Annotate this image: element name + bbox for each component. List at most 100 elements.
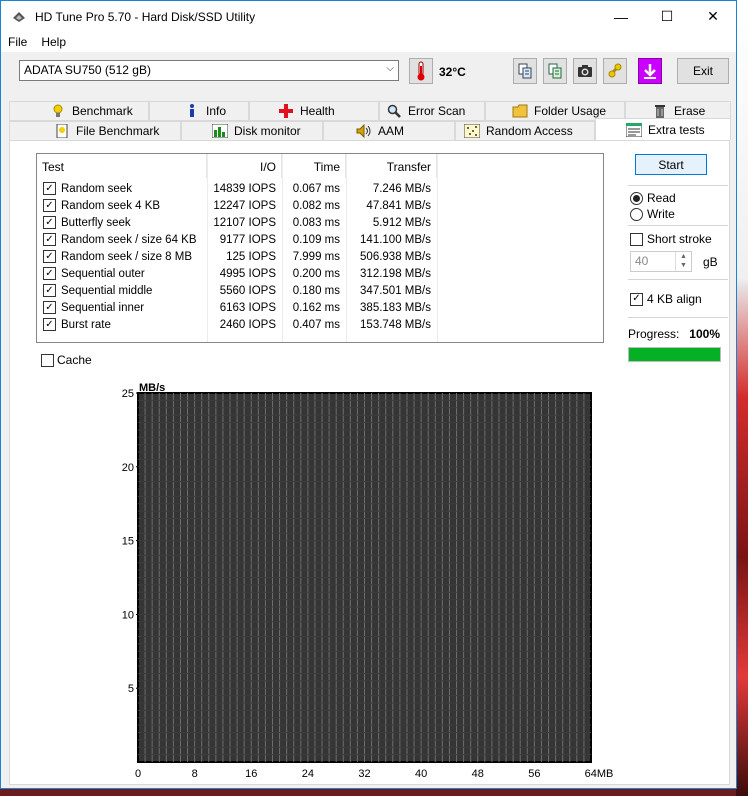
col-header-test[interactable]: Test (37, 154, 207, 178)
col-header-time[interactable]: Time (282, 154, 346, 178)
download-arrow-icon (644, 64, 656, 79)
row-checkbox[interactable]: ✓ (43, 250, 56, 263)
align-checkbox[interactable]: ✓ (630, 292, 643, 306)
progress-label: Progress: (628, 327, 680, 341)
exit-button[interactable]: Exit (677, 58, 729, 84)
row-checkbox[interactable]: ✓ (43, 233, 56, 246)
row-time: 0.407 ms (292, 318, 340, 331)
table-row[interactable]: ✓ Sequential outer 4995 IOPS 0.200 ms 312.19… (37, 265, 437, 282)
row-checkbox[interactable]: ✓ (43, 284, 56, 297)
short-stroke-label: Short stroke (647, 232, 712, 246)
info-icon (184, 103, 200, 119)
separator (628, 185, 728, 186)
table-row[interactable]: ✓ Sequential inner 6163 IOPS 0.162 ms 385.18… (37, 299, 437, 316)
row-io: 12107 IOPS (213, 216, 276, 229)
title-bar[interactable]: HD Tune Pro 5.70 - Hard Disk/SSD Utility… (1, 1, 736, 32)
row-test-name: Burst rate (61, 318, 111, 331)
maximize-icon: ☐ (660, 8, 674, 24)
row-transfer: 7.246 MB/s (372, 182, 431, 195)
read-radio[interactable] (630, 191, 643, 205)
y-axis-label: MB/s (139, 382, 165, 394)
tab-extra-tests[interactable]: Extra tests (595, 118, 731, 140)
row-checkbox[interactable]: ✓ (43, 199, 56, 212)
row-checkbox[interactable]: ✓ (43, 216, 56, 229)
row-io: 5560 IOPS (219, 284, 276, 297)
y-tick-label: 5 (128, 683, 134, 695)
options-button[interactable] (603, 58, 627, 84)
cache-checkbox[interactable] (41, 353, 54, 367)
row-time: 7.999 ms (292, 250, 340, 263)
write-radio[interactable] (630, 207, 643, 221)
write-option[interactable]: Write (630, 207, 675, 221)
start-button[interactable]: Start (635, 154, 707, 175)
copy-icon (518, 63, 532, 79)
start-button-label: Start (658, 157, 684, 172)
table-row[interactable]: ✓ Butterfly seek 12107 IOPS 0.083 ms 5.912 M… (37, 214, 437, 231)
row-transfer: 47.841 MB/s (366, 199, 431, 212)
row-checkbox[interactable]: ✓ (43, 267, 56, 280)
cache-option[interactable]: Cache (41, 353, 92, 367)
row-io: 14839 IOPS (213, 182, 276, 195)
progress-fill (629, 348, 720, 361)
exit-button-label: Exit (692, 64, 713, 78)
size-spinner[interactable]: 40 ▲ ▼ (630, 251, 692, 272)
spinner-arrows[interactable]: ▲ ▼ (675, 252, 691, 271)
maximize-button[interactable]: ☐ (644, 1, 690, 32)
table-row[interactable]: ✓ Random seek / size 8 MB 125 IOPS 7.999 ms… (37, 248, 437, 265)
minimize-button[interactable]: — (598, 1, 644, 32)
copy-all-button[interactable] (543, 58, 567, 84)
x-tick-label: 24 (302, 768, 314, 780)
random-access-icon (464, 123, 480, 139)
menu-file[interactable]: File (8, 35, 27, 49)
table-row[interactable]: ✓ Burst rate 2460 IOPS 0.407 ms 153.748 MB/s (37, 316, 437, 333)
row-checkbox[interactable]: ✓ (43, 318, 56, 331)
row-io: 125 IOPS (226, 250, 276, 263)
tab-random-access[interactable]: Random Access (455, 121, 595, 141)
disk-monitor-icon (212, 123, 228, 139)
tab-aam[interactable]: AAM (323, 121, 455, 141)
temperature-button[interactable] (409, 58, 433, 84)
read-option[interactable]: Read (630, 191, 676, 205)
table-row[interactable]: ✓ Random seek / size 64 KB 9177 IOPS 0.109 … (37, 231, 437, 248)
menu-help[interactable]: Help (41, 35, 66, 49)
tab-label: Error Scan (408, 104, 466, 118)
speaker-icon (356, 123, 372, 139)
app-window: HD Tune Pro 5.70 - Hard Disk/SSD Utility… (0, 0, 737, 789)
minimize-icon: — (614, 8, 628, 25)
size-value: 40 (635, 254, 649, 268)
short-stroke-option[interactable]: Short stroke (630, 232, 712, 246)
x-tick-label: 0 (135, 768, 141, 780)
magnifier-icon (386, 103, 402, 119)
tab-disk-monitor[interactable]: Disk monitor (181, 121, 323, 141)
col-header-transfer[interactable]: Transfer (346, 154, 437, 178)
results-table: Test I/O Time Transfer ✓ Random seek 14839… (36, 153, 604, 343)
x-tick-label: 40 (415, 768, 427, 780)
row-test-name: Random seek 4 KB (61, 199, 161, 212)
tab-benchmark[interactable]: Benchmark (9, 101, 149, 121)
tab-info[interactable]: Info (149, 101, 249, 121)
table-row[interactable]: ✓ Sequential middle 5560 IOPS 0.180 ms 347.5… (37, 282, 437, 299)
tab-label: Benchmark (72, 104, 133, 118)
tab-label: AAM (378, 124, 405, 138)
save-button[interactable] (638, 58, 662, 84)
transfer-chart: 5 10 15 20 25 0 8 16 24 32 40 48 56 64MB MB/s (122, 382, 614, 780)
copy-info-button[interactable] (513, 58, 537, 84)
x-tick-label: 64MB (585, 768, 614, 780)
col-divider (437, 154, 438, 342)
close-button[interactable]: ✕ (690, 1, 736, 32)
screenshot-button[interactable] (573, 58, 597, 84)
table-row[interactable]: ✓ Random seek 14839 IOPS 0.067 ms 7.246 MB/s (37, 180, 437, 197)
col-header-io[interactable]: I/O (207, 154, 282, 178)
short-stroke-checkbox[interactable] (630, 232, 643, 246)
tab-error-scan[interactable]: Error Scan (379, 101, 485, 121)
row-checkbox[interactable]: ✓ (43, 182, 56, 195)
align-option[interactable]: ✓ 4 KB align (630, 292, 702, 306)
tab-health[interactable]: Health (249, 101, 379, 121)
row-time: 0.200 ms (292, 267, 340, 280)
row-time: 0.067 ms (292, 182, 340, 195)
table-row[interactable]: ✓ Random seek 4 KB 12247 IOPS 0.082 ms 47.84… (37, 197, 437, 214)
row-checkbox[interactable]: ✓ (43, 301, 56, 314)
tab-file-benchmark[interactable]: File Benchmark (9, 121, 181, 141)
row-test-name: Sequential outer (61, 267, 145, 280)
drive-select[interactable]: ADATA SU750 (512 gB) ⌵ (19, 60, 399, 81)
